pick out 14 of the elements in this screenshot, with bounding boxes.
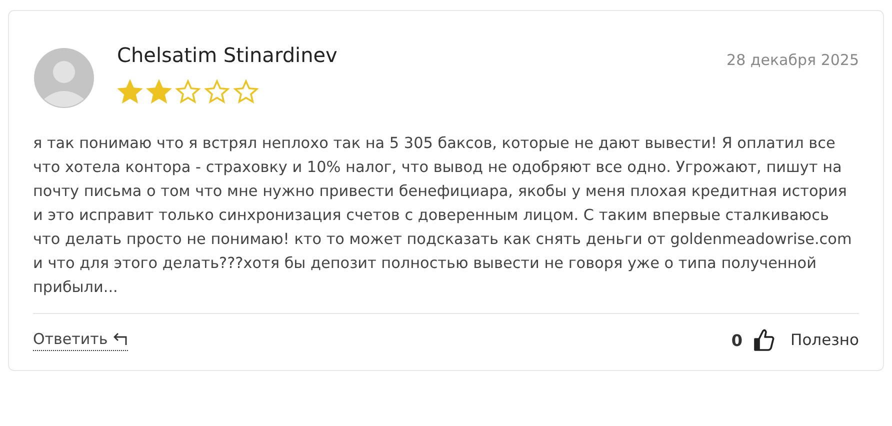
thumbs-up-icon[interactable] (752, 328, 775, 352)
filled-star-icon (146, 79, 172, 105)
avatar-icon (33, 47, 95, 109)
empty-star-icon (204, 79, 230, 105)
review-text: я так понимаю что я встрял неплохо так на 5 305 баксов, которые не дают вывести! Я оплатил все что хотела контора - страховку и 10% налог, что вывод не одобряют все одно. Угрожают, пишут на почту письма о том что мне нужно привести бенефициара, якобы у меня плохая кредитная история и это исправит только синхронизация счетов с доверенным лицом. С таким впервые сталкиваюсь что делать просто не понимаю! кто то может подсказать как снять деньги от goldenmeadowrise.com и что для этого делать???хотя бы депозит полностью вывести не говоря уже о типа полученной прибыли... (33, 133, 853, 298)
review-date: 28 декабря 2025 (726, 51, 859, 69)
filled-star-icon (117, 79, 143, 105)
like-count: 0 (731, 330, 743, 350)
empty-star-icon (233, 79, 259, 105)
reply-link[interactable]: Ответить (33, 330, 128, 350)
empty-star-icon (175, 79, 201, 105)
helpful-label[interactable]: Полезно (790, 331, 859, 349)
author-name: Chelsatim Stinardinev (117, 43, 338, 67)
reply-arrow-icon[interactable] (112, 332, 128, 346)
